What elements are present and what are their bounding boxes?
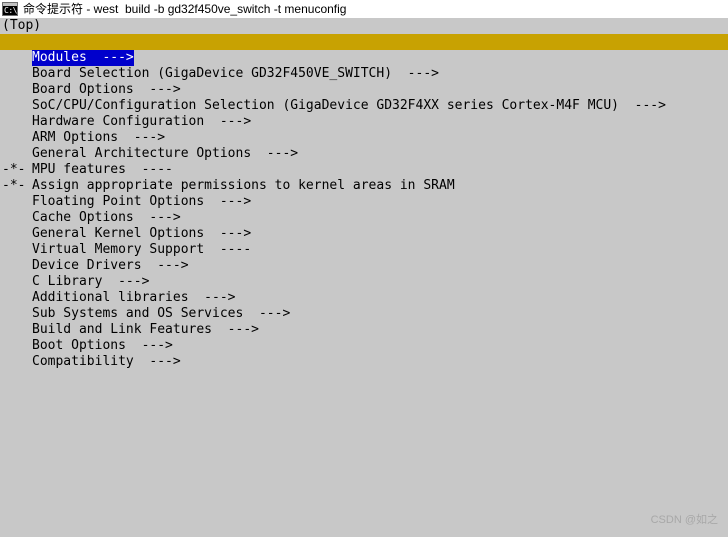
menu-item[interactable]: -*- Assign appropriate permissions to ker… [0,178,728,194]
menu-item[interactable]: Floating Point Options ---> [0,194,728,210]
window-title: 命令提示符 - west build -b gd32f450ve_switch … [23,2,347,16]
menuconfig-menu-list[interactable]: Modules ---> Board Selection (GigaDevice … [0,50,728,370]
menu-item[interactable]: Build and Link Features ---> [0,322,728,338]
menu-item-prefix: -*- [2,162,26,177]
menu-item[interactable]: Device Drivers ---> [0,258,728,274]
menu-item[interactable]: ARM Options ---> [0,130,728,146]
menu-item-label: Virtual Memory Support ---- [32,242,252,257]
menu-item-label: Build and Link Features ---> [32,322,259,337]
menu-item-label: Assign appropriate permissions to kernel… [32,178,455,193]
menu-item[interactable]: Virtual Memory Support ---- [0,242,728,258]
menu-item-label: Hardware Configuration ---> [32,114,252,129]
menu-item[interactable]: Boot Options ---> [0,338,728,354]
menu-item[interactable]: Board Options ---> [0,82,728,98]
menu-item[interactable]: SoC/CPU/Configuration Selection (GigaDev… [0,98,728,114]
menu-item-label: Sub Systems and OS Services ---> [32,306,291,321]
menu-item[interactable]: C Library ---> [0,274,728,290]
menu-item[interactable]: Sub Systems and OS Services ---> [0,306,728,322]
menu-item-label: Device Drivers ---> [32,258,189,273]
csdn-watermark: CSDN @如之 [650,514,718,526]
window-titlebar: C:\ 命令提示符 - west build -b gd32f450ve_swi… [0,0,728,18]
menu-item[interactable]: General Architecture Options ---> [0,146,728,162]
menu-item[interactable]: -*- MPU features ---- [0,162,728,178]
menu-item-label: SoC/CPU/Configuration Selection (GigaDev… [32,98,666,113]
menuconfig-breadcrumb: (Top) [2,18,42,33]
menu-item-label: Cache Options ---> [32,210,181,225]
terminal-screen[interactable]: (Top) Modules ---> Board Selection (GigaD… [0,18,728,537]
menu-item-label: C Library ---> [32,274,150,289]
menu-item-label: ARM Options ---> [32,130,166,145]
menu-item[interactable]: Cache Options ---> [0,210,728,226]
menuconfig-separator-bar [0,34,728,50]
menu-item-label: Board Selection (GigaDevice GD32F450VE_S… [32,66,439,81]
menu-item-label: General Architecture Options ---> [32,146,299,161]
screenshot-root: C:\ 命令提示符 - west build -b gd32f450ve_swi… [0,0,728,537]
menu-item[interactable]: Hardware Configuration ---> [0,114,728,130]
menu-item-label: Boot Options ---> [32,338,173,353]
menu-item-label: Modules ---> [32,50,134,66]
menu-item-label: General Kernel Options ---> [32,226,252,241]
menu-item-label: Board Options ---> [32,82,181,97]
menu-item[interactable]: Board Selection (GigaDevice GD32F450VE_S… [0,66,728,82]
menu-item-label: Additional libraries ---> [32,290,236,305]
menu-item-label: MPU features ---- [32,162,173,177]
menu-item[interactable]: Additional libraries ---> [0,290,728,306]
command-prompt-icon: C:\ [2,2,18,16]
menu-item-label: Floating Point Options ---> [32,194,252,209]
menu-item[interactable]: General Kernel Options ---> [0,226,728,242]
menu-item[interactable]: Modules ---> [0,50,728,66]
menu-item-label: Compatibility ---> [32,354,181,369]
menu-item-prefix: -*- [2,178,26,193]
terminal-icon-prompt-glyph: C:\ [4,6,17,15]
menu-item[interactable]: Compatibility ---> [0,354,728,370]
